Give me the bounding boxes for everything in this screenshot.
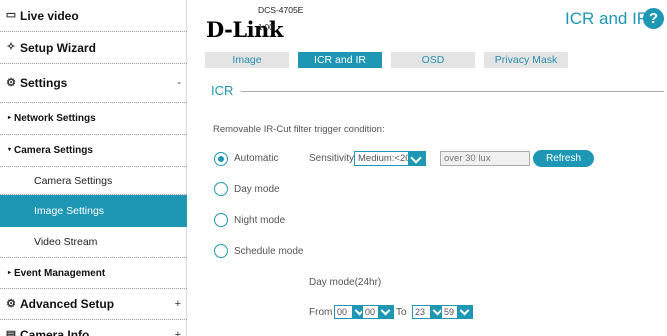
sidebar-item-label: Image Settings [34,204,105,217]
wizard-icon: ✧ [6,41,16,53]
section-divider [241,91,664,92]
caret-right-icon: ▸ [8,115,12,121]
page-title: ICR and IR [565,9,650,28]
firmware-version: 1.00 [258,23,274,32]
radio-night-mode[interactable] [214,213,228,227]
sidebar-item-video-stream[interactable]: Video Stream [0,227,187,258]
sensitivity-label: Sensitivity [309,153,355,164]
section-title: ICR [211,83,234,98]
sidebar-item-camera-settings-group[interactable]: ▾ Camera Settings [0,135,187,167]
sidebar-item-image-settings[interactable]: Image Settings [0,195,187,227]
caret-down-icon: ▾ [8,147,12,153]
sidebar-item-label: Event Management [14,267,106,279]
to-minute-select[interactable]: 59 [441,305,473,319]
sidebar-item-label: Camera Info [20,328,90,336]
sidebar-item-advanced-setup[interactable]: ⚙ Advanced Setup + [0,289,187,320]
info-icon: ▤ [5,328,17,336]
radio-schedule-mode[interactable] [214,244,228,258]
radio-night-mode-label: Night mode [234,215,286,226]
sidebar-item-label: Setup Wizard [20,40,96,55]
chevron-down-icon [408,151,426,166]
sidebar-item-network-settings[interactable]: ▸ Network Settings [0,103,187,135]
sidebar-item-label: Live video [20,8,79,23]
sidebar-item-label: Camera Settings [34,174,113,187]
sidebar-item-label: Settings [20,76,68,90]
video-icon: ▭ [5,9,17,21]
sidebar-item-event-management[interactable]: ▸ Event Management [0,258,187,289]
from-hour-value: 00 [337,307,348,317]
advanced-icon: ⚙ [6,297,16,310]
sidebar-item-camera-info[interactable]: ▤ Camera Info + [0,320,187,336]
tab-icr-and-ir[interactable]: ICR and IR [298,52,382,68]
chevron-down-icon [378,305,394,319]
sensitivity-select[interactable]: Medium:<20lux [354,151,426,166]
camera-web-ui: ▭ Live video ✧ Setup Wizard ⚙ Settings -… [0,0,667,336]
expand-icon: + [174,329,181,336]
from-label: From [309,307,333,318]
tab-image[interactable]: Image [205,52,289,68]
sidebar-item-label: Network Settings [14,113,96,124]
to-minute-value: 59 [444,307,455,317]
radio-automatic-label: Automatic [234,153,279,164]
sidebar-item-label: Advanced Setup [20,297,115,311]
from-minute-value: 00 [365,307,376,317]
radio-day-mode[interactable] [214,182,228,196]
sidebar-item-live-video[interactable]: ▭ Live video [0,0,187,32]
trigger-condition-label: Removable IR-Cut filter trigger conditio… [213,124,385,135]
to-label: To [396,307,407,318]
expand-icon: + [174,298,181,310]
to-hour-value: 23 [415,307,426,317]
radio-schedule-mode-label: Schedule mode [234,246,304,257]
day-mode-24hr-label: Day mode(24hr) [309,277,382,288]
sidebar-item-label: Video Stream [34,236,98,248]
collapse-icon: - [177,77,181,89]
chevron-down-icon [457,305,473,319]
tab-privacy-mask[interactable]: Privacy Mask [484,52,568,68]
from-minute-select[interactable]: 00 [362,305,394,319]
main-panel: D-Link DCS-4705E 1.00 ICR and IR ? Image… [188,0,667,336]
help-icon[interactable]: ? [643,8,664,29]
radio-automatic[interactable] [214,152,228,166]
radio-day-mode-label: Day mode [234,184,280,195]
settings-icon: ⚙ [6,76,16,89]
sidebar-item-camera-settings[interactable]: Camera Settings [0,167,187,195]
sidebar-item-label: Camera Settings [14,145,93,156]
refresh-button[interactable]: Refresh [533,150,594,167]
model-name: DCS-4705E [258,5,304,15]
caret-right-icon: ▸ [8,269,12,276]
sidebar-nav: ▭ Live video ✧ Setup Wizard ⚙ Settings -… [0,0,187,336]
tab-osd[interactable]: OSD [391,52,475,68]
sidebar-item-settings[interactable]: ⚙ Settings - [0,64,187,103]
sidebar-item-setup-wizard[interactable]: ✧ Setup Wizard [0,32,187,64]
sensitivity-info-field: over 30 lux [440,151,530,166]
